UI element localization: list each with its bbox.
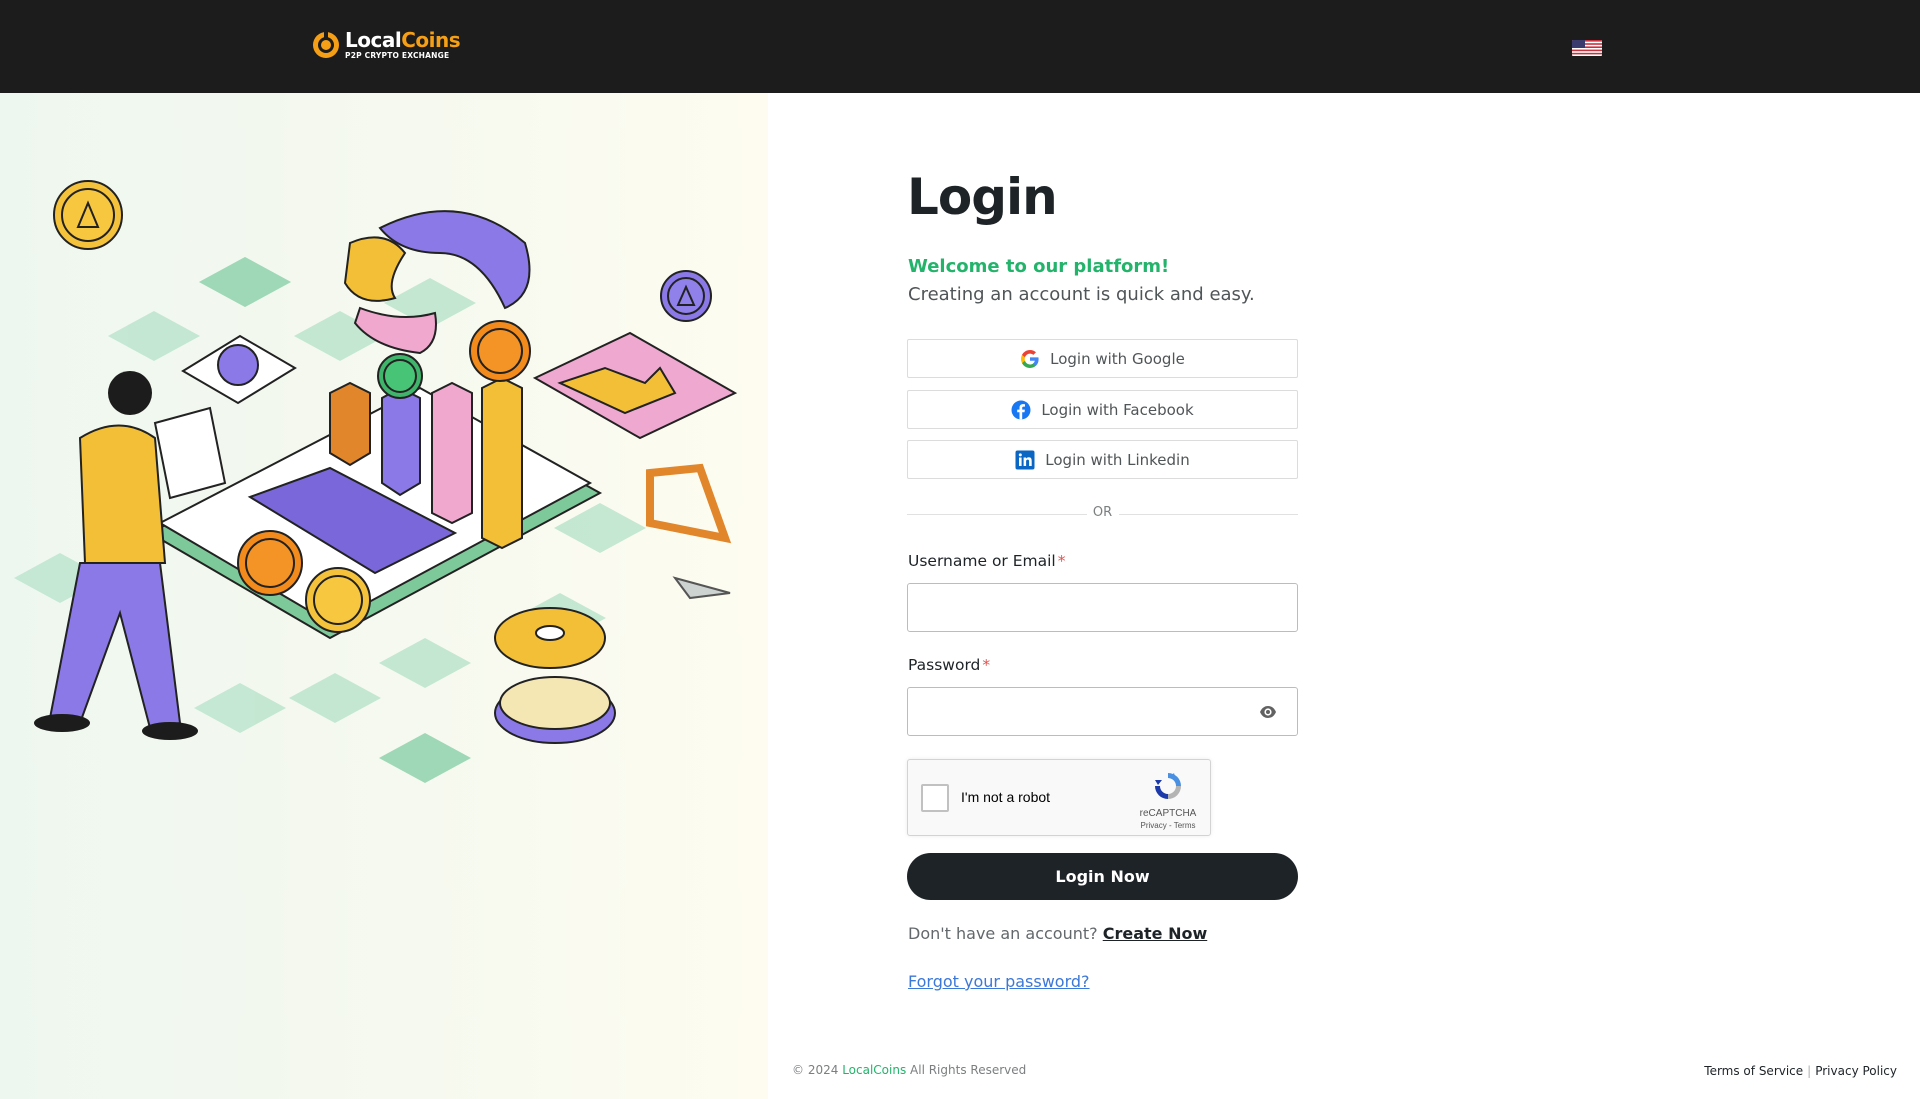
- crypto-exchange-illustration: [14, 180, 738, 783]
- us-flag-icon[interactable]: [1572, 40, 1602, 56]
- required-marker: *: [982, 656, 991, 674]
- or-divider-text: OR: [1092, 505, 1113, 520]
- privacy-policy-link[interactable]: Privacy Policy: [1815, 1064, 1897, 1078]
- recaptcha-text: I'm not a robot: [961, 789, 1051, 805]
- linkedin-icon: [1015, 450, 1035, 469]
- linkedin-button-label: Login with Linkedin: [1045, 450, 1190, 469]
- password-input[interactable]: [907, 687, 1298, 736]
- forgot-password-link[interactable]: Forgot your password?: [908, 972, 1090, 991]
- top-navbar: LocalCoins P2P CRYPTO EXCHANGE: [0, 0, 1920, 93]
- show-password-eye-icon[interactable]: [1259, 703, 1277, 721]
- username-or-email-input[interactable]: [907, 583, 1298, 632]
- recaptcha-privacy-terms[interactable]: Privacy - Terms: [1132, 821, 1204, 830]
- google-icon: [1021, 349, 1039, 368]
- copyright: © 2024 LocalCoins All Rights Reserved: [792, 1063, 1027, 1077]
- google-button-label: Login with Google: [1050, 349, 1185, 368]
- brand-tagline: P2P CRYPTO EXCHANGE: [345, 51, 450, 61]
- signup-prompt: Don't have an account? Create Now: [908, 924, 1208, 943]
- create-now-link[interactable]: Create Now: [1103, 924, 1208, 943]
- localcoins-logo-icon: [313, 32, 339, 58]
- login-now-button[interactable]: Login Now: [907, 853, 1298, 900]
- welcome-heading: Welcome to our platform!: [908, 256, 1170, 277]
- hero-illustration-panel: [0, 93, 768, 1099]
- recaptcha-checkbox[interactable]: [921, 784, 949, 812]
- login-with-google-button[interactable]: Login with Google: [907, 339, 1298, 378]
- facebook-button-label: Login with Facebook: [1041, 400, 1194, 419]
- welcome-subtitle: Creating an account is quick and easy.: [908, 284, 1255, 305]
- or-divider: OR: [907, 505, 1298, 523]
- page-title: Login: [907, 168, 1058, 226]
- login-with-linkedin-button[interactable]: Login with Linkedin: [907, 440, 1298, 479]
- footer-links: Terms of Service | Privacy Policy: [1704, 1064, 1897, 1078]
- brand-word-coins: Coins: [401, 28, 461, 53]
- terms-of-service-link[interactable]: Terms of Service: [1704, 1064, 1803, 1078]
- brand-word-local: Local: [345, 28, 402, 53]
- localcoins-logo[interactable]: LocalCoins P2P CRYPTO EXCHANGE: [311, 28, 461, 61]
- copyright-brand: LocalCoins: [842, 1063, 907, 1077]
- recaptcha-widget: I'm not a robot reCAPTCHA Privacy - Term…: [907, 759, 1211, 836]
- login-with-facebook-button[interactable]: Login with Facebook: [907, 390, 1298, 429]
- password-label: Password *: [908, 656, 991, 674]
- recaptcha-brand: reCAPTCHA: [1139, 808, 1197, 819]
- facebook-icon: [1011, 400, 1031, 419]
- required-marker: *: [1057, 552, 1066, 570]
- username-label: Username or Email *: [908, 552, 1066, 570]
- recaptcha-logo-icon: [1155, 773, 1181, 799]
